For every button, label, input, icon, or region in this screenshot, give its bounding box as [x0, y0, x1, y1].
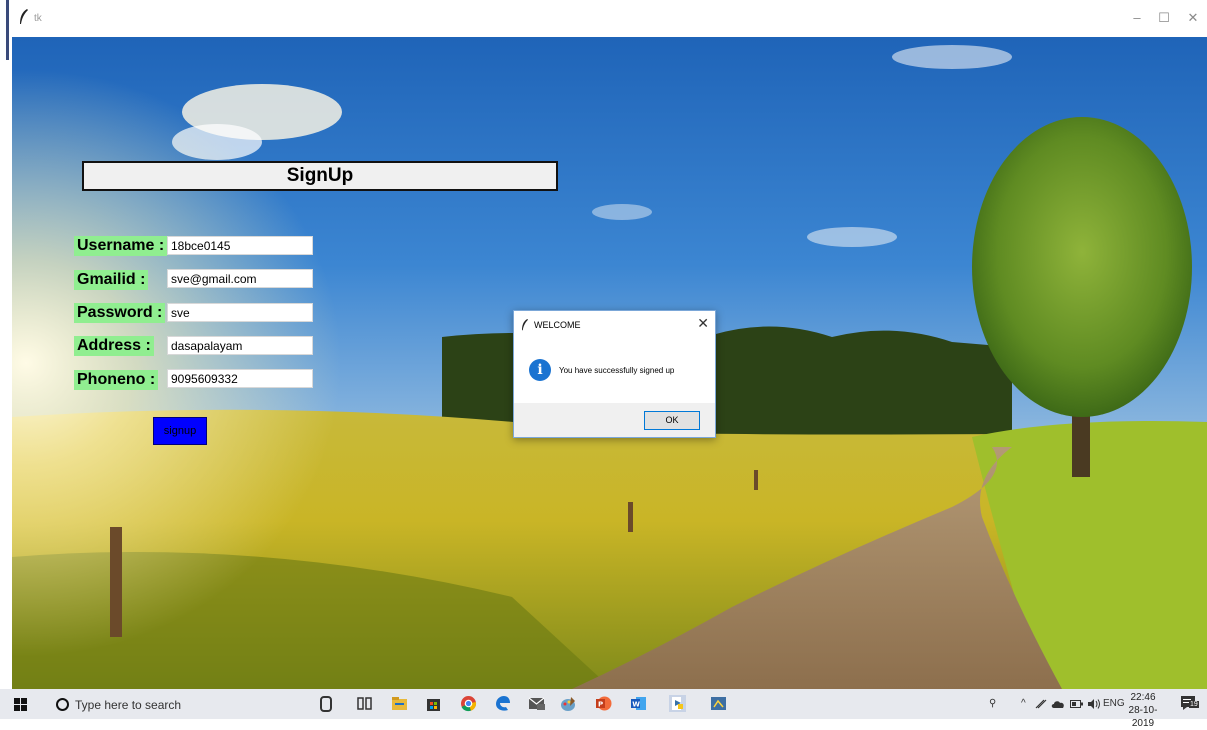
dialog-close-button[interactable]: ✕: [697, 315, 709, 332]
ok-button[interactable]: OK: [644, 411, 700, 430]
notification-count-badge: 19: [1189, 701, 1199, 708]
svg-text:W: W: [632, 701, 640, 709]
close-button[interactable]: ✕: [1181, 8, 1205, 28]
window-title: tk: [34, 13, 42, 24]
window-title-bar: tk – ☐ ✕: [0, 0, 1207, 60]
phoneno-label: Phoneno :: [74, 370, 159, 390]
welcome-dialog: WELCOME ✕ i You have successfully signed…: [513, 310, 716, 438]
mail-icon[interactable]: [528, 695, 545, 712]
phoneno-field[interactable]: 9095609332: [167, 369, 313, 388]
tk-feather-icon: [20, 9, 28, 24]
windows-start-icon[interactable]: [14, 698, 27, 711]
window-accent-strip: [6, 0, 9, 60]
pen-icon[interactable]: [1035, 699, 1047, 709]
dialog-message: You have successfully signed up: [559, 366, 675, 375]
word-icon[interactable]: W: [630, 695, 647, 712]
password-label: Password :: [74, 303, 166, 323]
gmailid-label: Gmailid :: [74, 270, 149, 290]
signup-heading: SignUp: [82, 161, 558, 191]
address-field[interactable]: dasapalayam: [167, 336, 313, 355]
clock-time: 22:46: [1130, 692, 1156, 703]
people-icon[interactable]: ⚲: [989, 698, 996, 709]
volume-icon[interactable]: [1087, 699, 1101, 709]
python-window-icon[interactable]: [710, 695, 727, 712]
store-icon[interactable]: [425, 695, 442, 712]
tk-feather-icon: [522, 319, 528, 331]
search-icon: [56, 698, 69, 711]
address-label: Address :: [74, 336, 154, 356]
clock-date: 28-10-2019: [1128, 705, 1158, 729]
taskbar-search-input[interactable]: Type here to search: [75, 698, 181, 712]
battery-icon[interactable]: [1070, 700, 1083, 708]
chevron-up-icon[interactable]: ^: [1021, 698, 1026, 709]
info-icon: i: [529, 359, 551, 381]
minimize-button[interactable]: –: [1125, 8, 1149, 28]
signup-button[interactable]: signup: [153, 417, 207, 445]
python-idle-icon[interactable]: [669, 695, 686, 712]
chrome-icon[interactable]: [460, 695, 477, 712]
dialog-title: WELCOME: [534, 320, 581, 330]
password-field[interactable]: sve: [167, 303, 313, 322]
file-explorer-icon[interactable]: [391, 695, 408, 712]
username-label: Username :: [74, 236, 168, 256]
paint-icon[interactable]: [560, 695, 577, 712]
edge-icon[interactable]: [494, 695, 511, 712]
powerpoint-icon[interactable]: P: [595, 695, 612, 712]
task-view-icon[interactable]: [356, 695, 373, 712]
maximize-button[interactable]: ☐: [1152, 8, 1176, 28]
system-clock[interactable]: 22:46 28-10-2019: [1120, 691, 1166, 730]
onedrive-cloud-icon[interactable]: [1051, 700, 1065, 709]
microphone-icon[interactable]: [320, 696, 332, 712]
windows-taskbar: Type here to search P W ⚲ ^ ENG 22:46 28…: [0, 689, 1207, 729]
notification-center-icon[interactable]: 19: [1180, 695, 1199, 711]
gmailid-field[interactable]: sve@gmail.com: [167, 269, 313, 288]
svg-text:P: P: [598, 701, 603, 709]
username-field[interactable]: 18bce0145: [167, 236, 313, 255]
dialog-footer: OK: [514, 403, 715, 437]
